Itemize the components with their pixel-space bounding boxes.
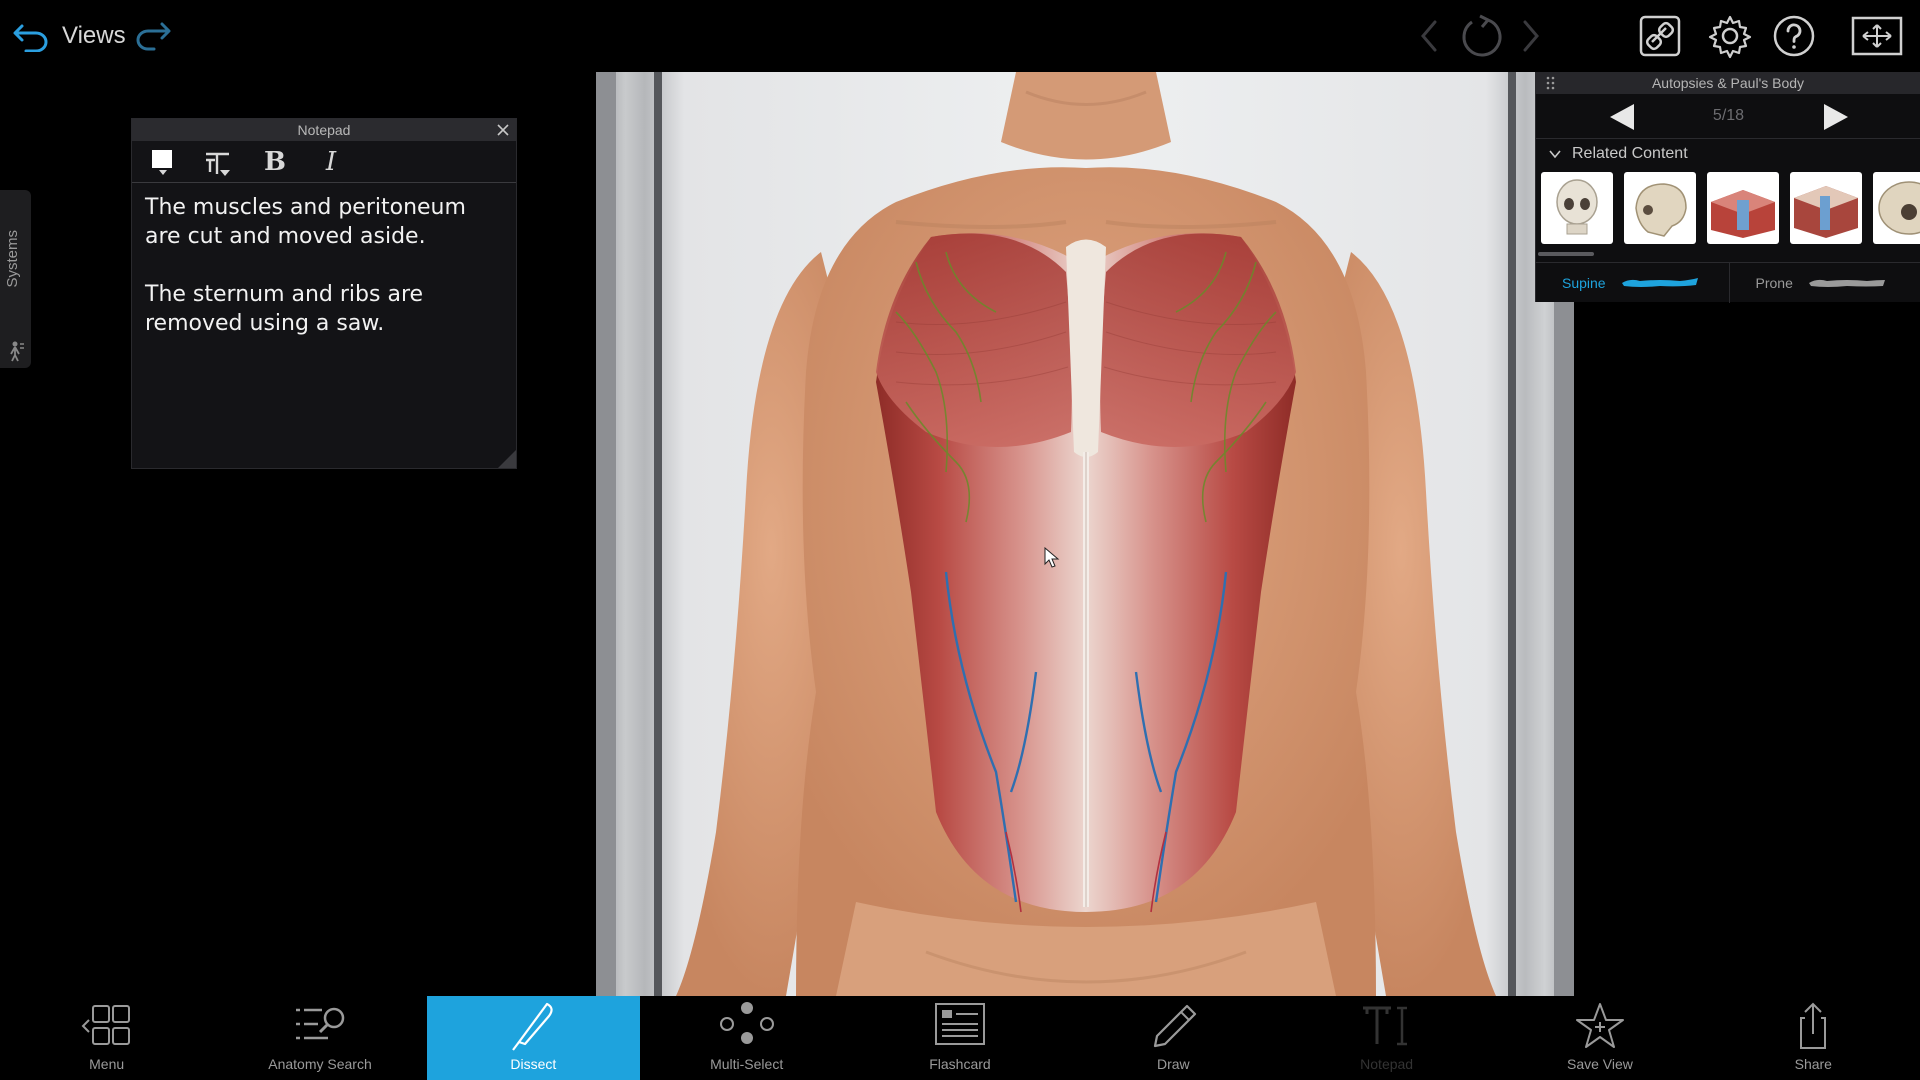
notepad-title: Notepad xyxy=(297,122,351,138)
notepad-button[interactable]: Notepad xyxy=(1280,996,1493,1080)
person-icon xyxy=(10,341,24,362)
notepad-icon xyxy=(1362,1006,1407,1046)
position-views: Supine Prone xyxy=(1536,262,1920,303)
save-view-button[interactable]: Save View xyxy=(1493,996,1706,1080)
star-icon xyxy=(1575,1003,1624,1048)
anatomy-search-label: Anatomy Search xyxy=(268,1056,372,1072)
dissected-torso-model xyxy=(596,72,1574,996)
menu-grid-icon xyxy=(81,1005,130,1045)
save-view-label: Save View xyxy=(1567,1056,1633,1072)
pencil-icon xyxy=(1154,1004,1197,1048)
systems-tab[interactable]: Systems xyxy=(0,190,31,368)
notepad-titlebar[interactable]: Notepad xyxy=(132,119,516,141)
related-content-label: Related Content xyxy=(1572,144,1688,162)
reset-icon xyxy=(1462,14,1502,57)
anatomy-viewport[interactable] xyxy=(596,72,1574,996)
multi-select-label: Multi-Select xyxy=(710,1056,784,1072)
menu-label: Menu xyxy=(89,1056,125,1072)
settings-button[interactable] xyxy=(1706,12,1754,60)
anatomy-search-button[interactable]: Anatomy Search xyxy=(213,996,426,1080)
resize-handle-icon[interactable] xyxy=(496,448,516,468)
flashcard-button[interactable]: Flashcard xyxy=(853,996,1066,1080)
views-undo-button[interactable]: Views xyxy=(12,14,126,58)
notepad-toolbar: B I xyxy=(132,141,516,183)
redo-icon xyxy=(136,22,171,51)
anatomy-search-icon xyxy=(295,1007,345,1040)
flashcard-label: Flashcard xyxy=(929,1056,991,1072)
tissue-section-thumbnail[interactable] xyxy=(1707,172,1779,244)
chevron-down-icon xyxy=(1549,149,1561,158)
gear-icon xyxy=(1708,15,1752,59)
skull-base-thumbnail[interactable] xyxy=(1873,172,1920,244)
chevron-left-icon xyxy=(1421,20,1437,52)
fullscreen-icon xyxy=(1851,16,1903,56)
draw-button[interactable]: Draw xyxy=(1067,996,1280,1080)
text-size-icon xyxy=(206,152,230,176)
flashcard-icon xyxy=(934,1003,985,1045)
draw-label: Draw xyxy=(1156,1056,1190,1072)
help-button[interactable] xyxy=(1770,12,1818,60)
thumbnail-scrollbar[interactable] xyxy=(1538,252,1594,256)
prone-body-icon xyxy=(1808,279,1885,287)
italic-button[interactable]: I xyxy=(314,145,348,179)
notepad-text-area[interactable]: The muscles and peritoneum are cut and m… xyxy=(132,183,516,338)
multi-select-icon xyxy=(719,1002,774,1044)
related-content-thumbnails xyxy=(1536,168,1920,248)
supine-view-button[interactable]: Supine xyxy=(1536,263,1729,303)
notepad-label: Notepad xyxy=(1360,1056,1414,1072)
previous-page-icon[interactable] xyxy=(1606,102,1638,132)
share-label: Share xyxy=(1794,1056,1832,1072)
prone-label: Prone xyxy=(1755,275,1793,291)
prone-view-button[interactable]: Prone xyxy=(1728,263,1920,303)
link-icon xyxy=(1639,15,1681,57)
share-button[interactable]: Share xyxy=(1707,996,1920,1080)
close-icon[interactable] xyxy=(494,121,512,139)
reset-view-button[interactable] xyxy=(1458,12,1506,60)
content-panel-title: Autopsies & Paul's Body xyxy=(1651,75,1805,91)
notepad-paragraph: The sternum and ribs are removed using a… xyxy=(145,282,424,336)
undo-icon xyxy=(13,24,48,52)
note-color-button[interactable] xyxy=(146,145,180,179)
content-panel: Autopsies & Paul's Body 5/18 Related Con… xyxy=(1535,72,1920,303)
bottom-toolbar: Menu Anatomy Search Dissect Multi-Select xyxy=(0,996,1920,1080)
bold-button[interactable]: B xyxy=(258,145,292,179)
drag-grip-icon[interactable] xyxy=(1546,76,1556,90)
question-icon xyxy=(1773,15,1815,57)
redo-button[interactable] xyxy=(132,14,176,58)
systems-label: Systems xyxy=(4,230,21,288)
previous-view-button[interactable] xyxy=(1413,14,1443,58)
fullscreen-button[interactable] xyxy=(1850,12,1904,60)
notepad-panel: Notepad B I The muscles and peritoneum a… xyxy=(131,118,517,469)
next-page-icon[interactable] xyxy=(1820,102,1852,132)
content-pager: 5/18 xyxy=(1536,94,1920,138)
dissect-label: Dissect xyxy=(510,1056,557,1072)
related-content-toggle[interactable]: Related Content xyxy=(1536,138,1920,168)
skull-front-thumbnail[interactable] xyxy=(1541,172,1613,244)
bold-icon: B xyxy=(264,146,286,177)
multi-select-button[interactable]: Multi-Select xyxy=(640,996,853,1080)
supine-label: Supine xyxy=(1562,275,1606,291)
page-indicator: 5/18 xyxy=(1712,107,1745,124)
menu-button[interactable]: Menu xyxy=(0,996,213,1080)
italic-icon: I xyxy=(325,146,337,177)
mouse-cursor-icon xyxy=(1044,547,1060,568)
link-content-button[interactable] xyxy=(1636,12,1684,60)
supine-body-icon xyxy=(1621,278,1698,287)
views-label: Views xyxy=(62,22,126,49)
next-view-button[interactable] xyxy=(1517,14,1547,58)
color-swatch-icon xyxy=(152,149,172,175)
top-bar: Views xyxy=(0,0,1920,72)
scalpel-icon xyxy=(512,1002,553,1051)
chevron-right-icon xyxy=(1523,20,1539,52)
notepad-paragraph: The muscles and peritoneum are cut and m… xyxy=(145,195,466,249)
spine-section-thumbnail[interactable] xyxy=(1790,172,1862,244)
content-panel-header[interactable]: Autopsies & Paul's Body xyxy=(1536,72,1920,94)
share-icon xyxy=(1800,1002,1827,1049)
skull-side-thumbnail[interactable] xyxy=(1624,172,1696,244)
dissect-button[interactable]: Dissect xyxy=(426,996,640,1080)
text-size-button[interactable] xyxy=(202,145,236,179)
